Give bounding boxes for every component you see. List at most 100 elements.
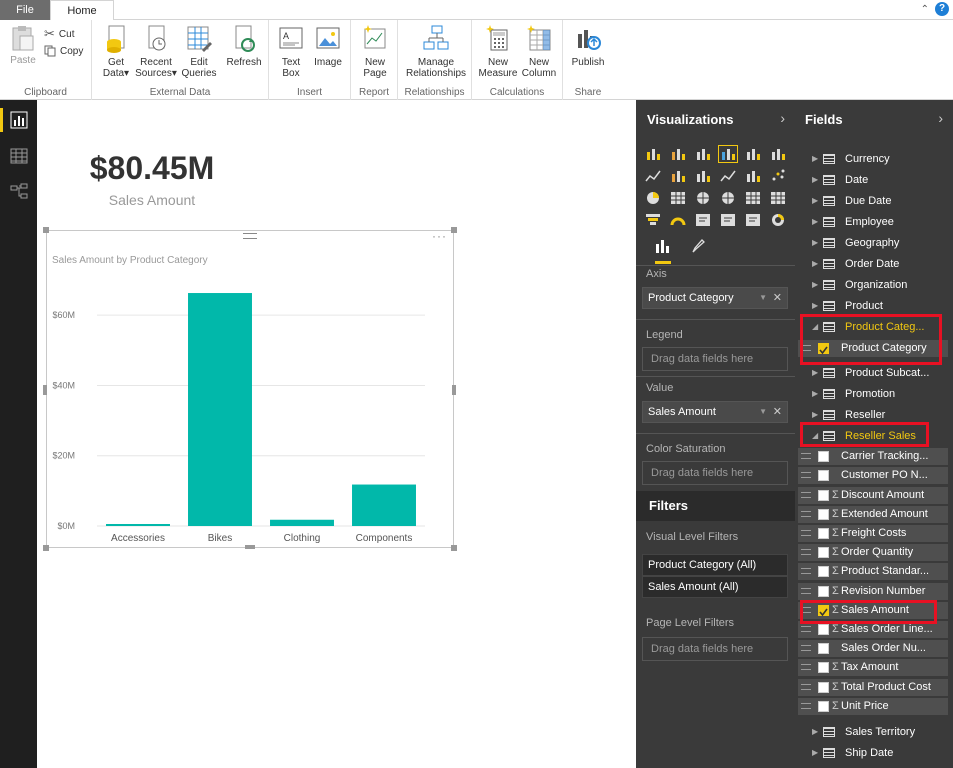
field-table-row[interactable]: ▶ Ship Date	[795, 743, 953, 763]
pie-chart-icon[interactable]	[644, 190, 662, 206]
grip-icon[interactable]	[801, 472, 811, 479]
refresh-button[interactable]: Refresh	[224, 24, 264, 68]
grip-icon[interactable]	[801, 491, 811, 498]
legend-drop-zone[interactable]: Drag data fields here	[642, 347, 788, 371]
collapse-visualizations-icon[interactable]: ›	[780, 110, 785, 126]
new-page-button[interactable]: New Page	[357, 24, 393, 79]
100-column-icon[interactable]	[769, 146, 787, 162]
field-table-row[interactable]: ▶ Organization	[795, 275, 953, 295]
grip-icon[interactable]	[801, 530, 811, 536]
field-column-row[interactable]: Σ Revision Number	[798, 582, 948, 600]
grip-icon[interactable]	[801, 568, 811, 575]
collapsed-caret-icon[interactable]: ▶	[812, 191, 818, 211]
collapsed-caret-icon[interactable]: ▶	[812, 275, 818, 295]
field-column-row[interactable]: Σ Discount Amount	[798, 486, 948, 504]
remove-field-icon[interactable]: ✕	[773, 288, 782, 308]
stacked-column-icon[interactable]	[669, 146, 687, 162]
report-view-button[interactable]	[6, 108, 32, 132]
treemap-icon[interactable]	[669, 190, 687, 206]
value-field-well[interactable]: Sales Amount ▼ ✕	[642, 401, 788, 423]
field-checkbox[interactable]	[818, 528, 829, 539]
collapsed-caret-icon[interactable]: ▶	[812, 254, 818, 274]
collapsed-caret-icon[interactable]: ▶	[812, 296, 818, 316]
collapsed-caret-icon[interactable]: ▶	[812, 233, 818, 253]
collapsed-caret-icon[interactable]: ▶	[812, 384, 818, 404]
image-button[interactable]: Image	[311, 24, 345, 68]
field-column-row[interactable]: Customer PO N...	[798, 467, 948, 485]
data-view-button[interactable]	[6, 144, 32, 168]
collapsed-caret-icon[interactable]: ▶	[812, 149, 818, 169]
field-column-row[interactable]: Σ Order Quantity	[798, 544, 948, 562]
field-table-row[interactable]: ▶ Promotion	[795, 384, 953, 404]
tab-home[interactable]: Home	[50, 0, 114, 21]
grip-icon[interactable]	[801, 702, 811, 709]
map-icon[interactable]	[694, 190, 712, 206]
new-column-button[interactable]: New Column	[520, 24, 558, 79]
field-checkbox[interactable]	[818, 643, 829, 655]
field-table-row[interactable]: ▶ Employee	[795, 212, 953, 232]
format-paintbrush-icon[interactable]	[690, 238, 706, 257]
scatter-chart-icon[interactable]	[769, 168, 787, 184]
field-checkbox[interactable]	[818, 681, 829, 693]
field-table-row[interactable]: ▶ Product Subcat...	[795, 363, 953, 383]
grip-icon[interactable]	[801, 453, 811, 460]
field-checkbox[interactable]	[818, 489, 829, 501]
grip-icon[interactable]	[801, 510, 811, 517]
field-column-row[interactable]: Σ Tax Amount	[798, 659, 948, 677]
grip-icon[interactable]	[801, 626, 811, 632]
collapse-ribbon-icon[interactable]: ⌃	[921, 4, 929, 15]
dropdown-arrow-icon[interactable]: ▼	[759, 402, 767, 422]
donut-icon[interactable]	[769, 212, 787, 228]
line-chart-icon[interactable]	[644, 168, 662, 184]
resize-handle-right[interactable]	[452, 385, 456, 395]
bar-clothing[interactable]	[270, 519, 334, 526]
field-column-row[interactable]: Σ Product Standar...	[798, 563, 948, 581]
get-data-button[interactable]: Get Data▾	[100, 24, 132, 79]
new-measure-button[interactable]: New Measure	[478, 24, 518, 79]
relationship-view-button[interactable]	[6, 180, 32, 204]
tab-file[interactable]: File	[0, 0, 50, 20]
grip-icon[interactable]	[801, 683, 811, 690]
axis-field-well[interactable]: Product Category ▼ ✕	[642, 287, 788, 309]
collapsed-caret-icon[interactable]: ▶	[812, 170, 818, 190]
manage-relationships-button[interactable]: Manage Relationships	[402, 24, 470, 79]
ribbon-chart-icon[interactable]	[744, 168, 762, 184]
line-column-icon[interactable]	[719, 168, 737, 184]
text-box-button[interactable]: A Text Box	[275, 24, 307, 79]
resize-handle-tr[interactable]	[451, 227, 457, 233]
field-table-row[interactable]: ▶ Geography	[795, 233, 953, 253]
filter-sales-amount[interactable]: Sales Amount (All)	[642, 576, 788, 598]
field-column-row[interactable]: Σ Unit Price	[798, 697, 948, 715]
field-table-row[interactable]: ▶ Order Date	[795, 254, 953, 274]
field-checkbox[interactable]	[818, 585, 829, 597]
kpi-icon[interactable]	[744, 212, 762, 228]
collapsed-caret-icon[interactable]: ▶	[812, 722, 818, 742]
color-saturation-drop-zone[interactable]: Drag data fields here	[642, 461, 788, 485]
paste-button[interactable]: Paste	[6, 24, 40, 66]
edit-queries-button[interactable]: Edit Queries	[180, 24, 218, 79]
field-checkbox[interactable]	[818, 566, 829, 578]
resize-handle-tl[interactable]	[43, 227, 49, 233]
funnel-icon[interactable]	[644, 212, 662, 228]
field-table-row[interactable]: ▶ Currency	[795, 149, 953, 169]
100-bar-icon[interactable]	[744, 146, 762, 162]
field-checkbox[interactable]	[818, 624, 829, 635]
field-table-row[interactable]: ▶ Product	[795, 296, 953, 316]
grip-icon[interactable]	[801, 587, 811, 594]
multi-row-card-icon[interactable]	[719, 212, 737, 228]
resize-handle-left[interactable]	[43, 385, 47, 395]
bar-accessories[interactable]	[106, 523, 170, 526]
field-checkbox[interactable]	[818, 451, 829, 463]
filter-product-category[interactable]: Product Category (All)	[642, 554, 788, 576]
area-chart-icon[interactable]	[669, 168, 687, 184]
grip-icon[interactable]	[801, 549, 811, 556]
clustered-column-icon[interactable]	[718, 145, 738, 163]
field-column-row[interactable]: Σ Total Product Cost	[798, 678, 948, 696]
field-table-row[interactable]: ▶ Date	[795, 170, 953, 190]
bar-bikes[interactable]	[188, 293, 252, 526]
fields-tab-icon[interactable]	[654, 238, 670, 257]
matrix-icon[interactable]	[769, 190, 787, 206]
card-icon[interactable]	[694, 212, 712, 228]
field-checkbox[interactable]	[818, 662, 829, 674]
resize-handle-bl[interactable]	[43, 545, 49, 551]
